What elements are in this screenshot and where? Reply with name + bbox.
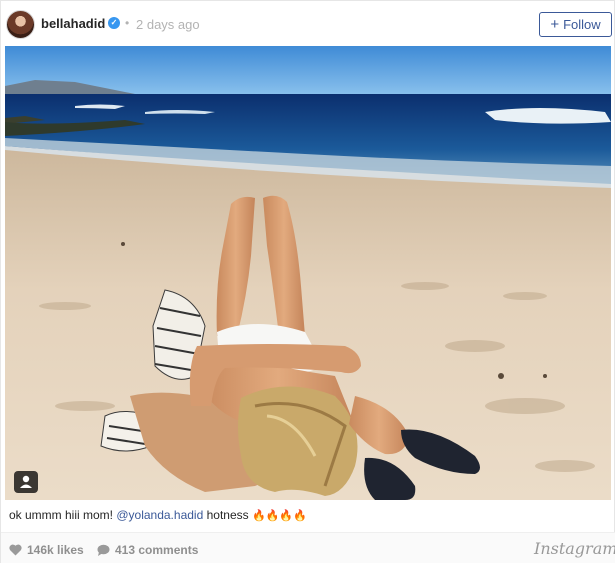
caption-text: ok ummm hiii mom! [9,508,117,522]
follow-button-label: Follow [563,17,601,32]
flame-emojis: 🔥🔥🔥🔥 [251,510,307,522]
separator-dot: • [125,16,130,30]
username-link[interactable]: bellahadid [41,16,105,31]
post-footer: 146k likes 413 comments Instagram [1,532,615,563]
comment-icon [97,544,110,556]
avatar[interactable] [6,10,35,39]
mention-link[interactable]: @yolanda.hadid [116,508,203,522]
post-photo[interactable] [5,46,611,500]
instagram-logo[interactable]: Instagram [534,539,615,558]
plus-icon: + [550,16,560,33]
likes-label: 146k likes [27,543,84,557]
verified-badge-icon: ✓ [108,17,120,29]
comments-label: 413 comments [115,543,199,557]
heart-icon [9,544,22,556]
likes-count[interactable]: 146k likes [9,543,84,557]
comments-count[interactable]: 413 comments [97,543,198,557]
post-caption: ok ummm hiii mom! @yolanda.hadid hotness… [9,508,307,522]
post-header: bellahadid ✓ • 2 days ago + Follow [1,1,615,46]
tagged-user-icon[interactable] [14,471,38,493]
caption-text-after: hotness [203,508,252,522]
beach-photo-illustration [5,46,611,500]
post-timestamp[interactable]: 2 days ago [136,17,200,32]
instagram-embed: bellahadid ✓ • 2 days ago + Follow ok um… [0,0,615,563]
follow-button[interactable]: + Follow [539,12,612,37]
